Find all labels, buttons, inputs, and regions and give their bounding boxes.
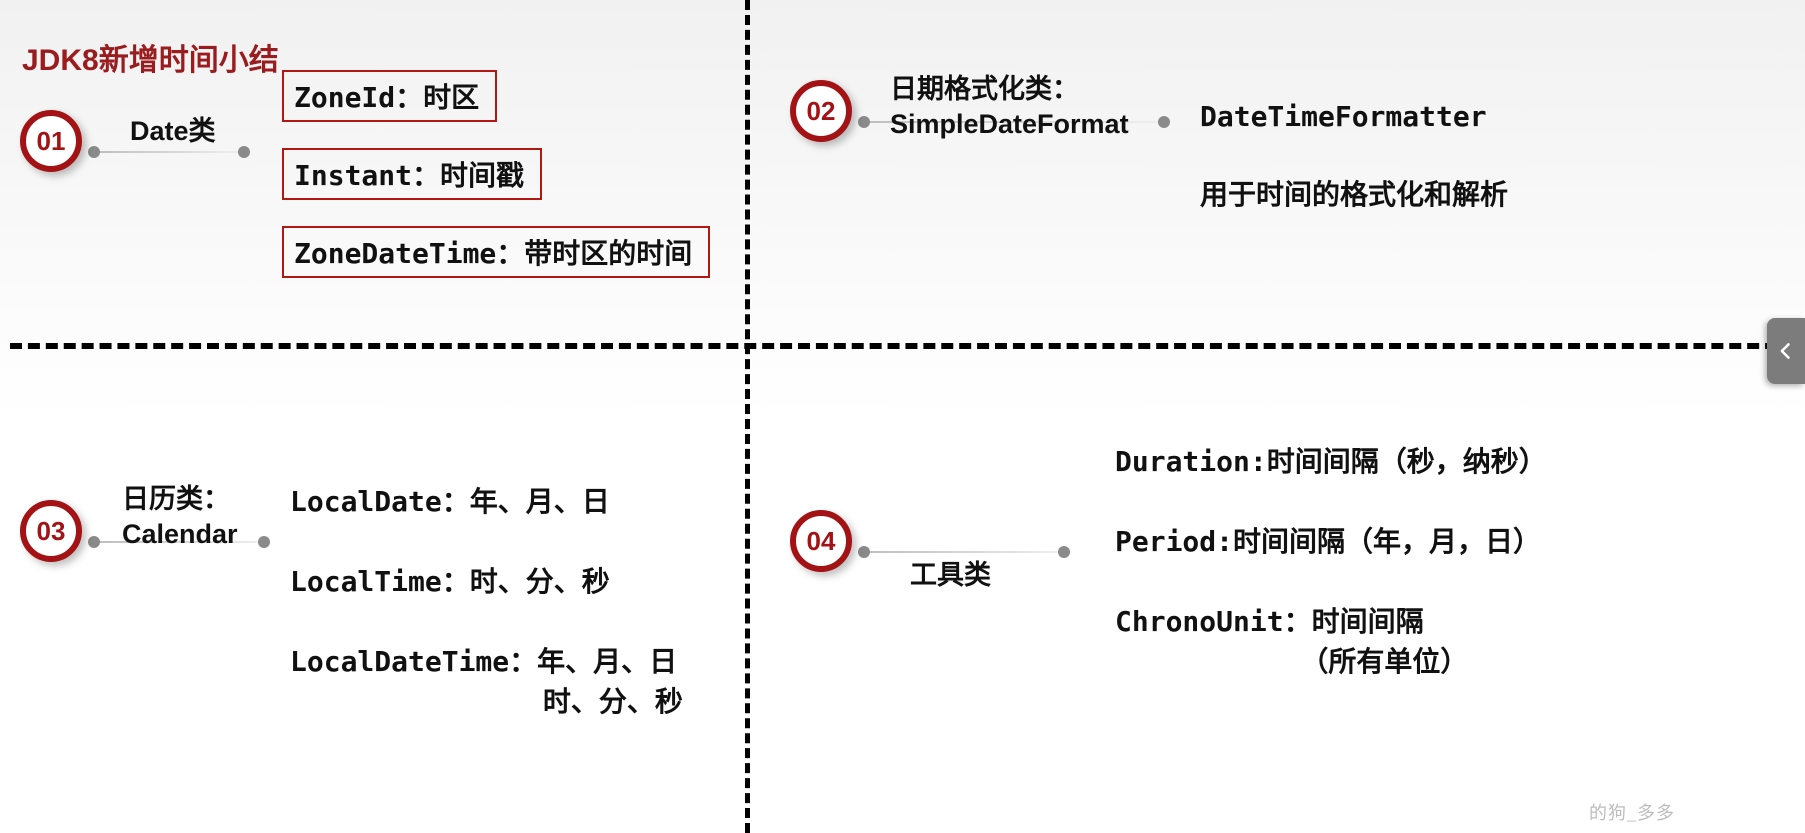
item-duration: Duration:时间间隔（秒，纳秒） — [1115, 440, 1547, 480]
horizontal-divider — [10, 343, 1795, 349]
watermark: 的狗_多多 — [1589, 799, 1675, 825]
section-badge-03: 03 — [20, 500, 82, 562]
section-util-items: Duration:时间间隔（秒，纳秒） Period:时间间隔（年，月，日） C… — [1115, 440, 1547, 720]
item-localtime: LocalTime：时、分、秒 — [290, 560, 683, 600]
chevron-left-icon — [1776, 341, 1796, 361]
section-label-util: 工具类 — [910, 558, 991, 593]
item-zonedatetime: ZoneDateTime：带时区的时间 — [282, 226, 710, 278]
section-format-items: DateTimeFormatter 用于时间的格式化和解析 — [1200, 100, 1508, 253]
section-badge-01: 01 — [20, 110, 82, 172]
item-chronounit: ChronoUnit：时间间隔 （所有单位） — [1115, 600, 1547, 680]
side-collapse-tab[interactable] — [1767, 318, 1805, 384]
item-localdatetime: LocalDateTime：年、月、日 时、分、秒 — [290, 640, 683, 720]
section-label-date: Date类 — [130, 114, 216, 149]
item-period: Period:时间间隔（年，月，日） — [1115, 520, 1547, 560]
item-format-desc: 用于时间的格式化和解析 — [1200, 173, 1508, 213]
section-label-format: 日期格式化类： SimpleDateFormat — [890, 72, 1129, 142]
section-calendar-items: LocalDate：年、月、日 LocalTime：时、分、秒 LocalDat… — [290, 480, 683, 760]
page-title: JDK8新增时间小结 — [22, 35, 279, 79]
section-date-items: ZoneId：时区 Instant：时间戳 ZoneDateTime：带时区的时… — [282, 70, 710, 304]
item-datetimeformatter: DateTimeFormatter — [1200, 100, 1508, 133]
item-localdate: LocalDate：年、月、日 — [290, 480, 683, 520]
vertical-divider — [745, 0, 750, 833]
item-zoneid: ZoneId：时区 — [282, 70, 497, 122]
item-instant: Instant：时间戳 — [282, 148, 542, 200]
section-badge-04: 04 — [790, 510, 852, 572]
section-label-calendar: 日历类： Calendar — [122, 482, 238, 552]
section-badge-02: 02 — [790, 80, 852, 142]
